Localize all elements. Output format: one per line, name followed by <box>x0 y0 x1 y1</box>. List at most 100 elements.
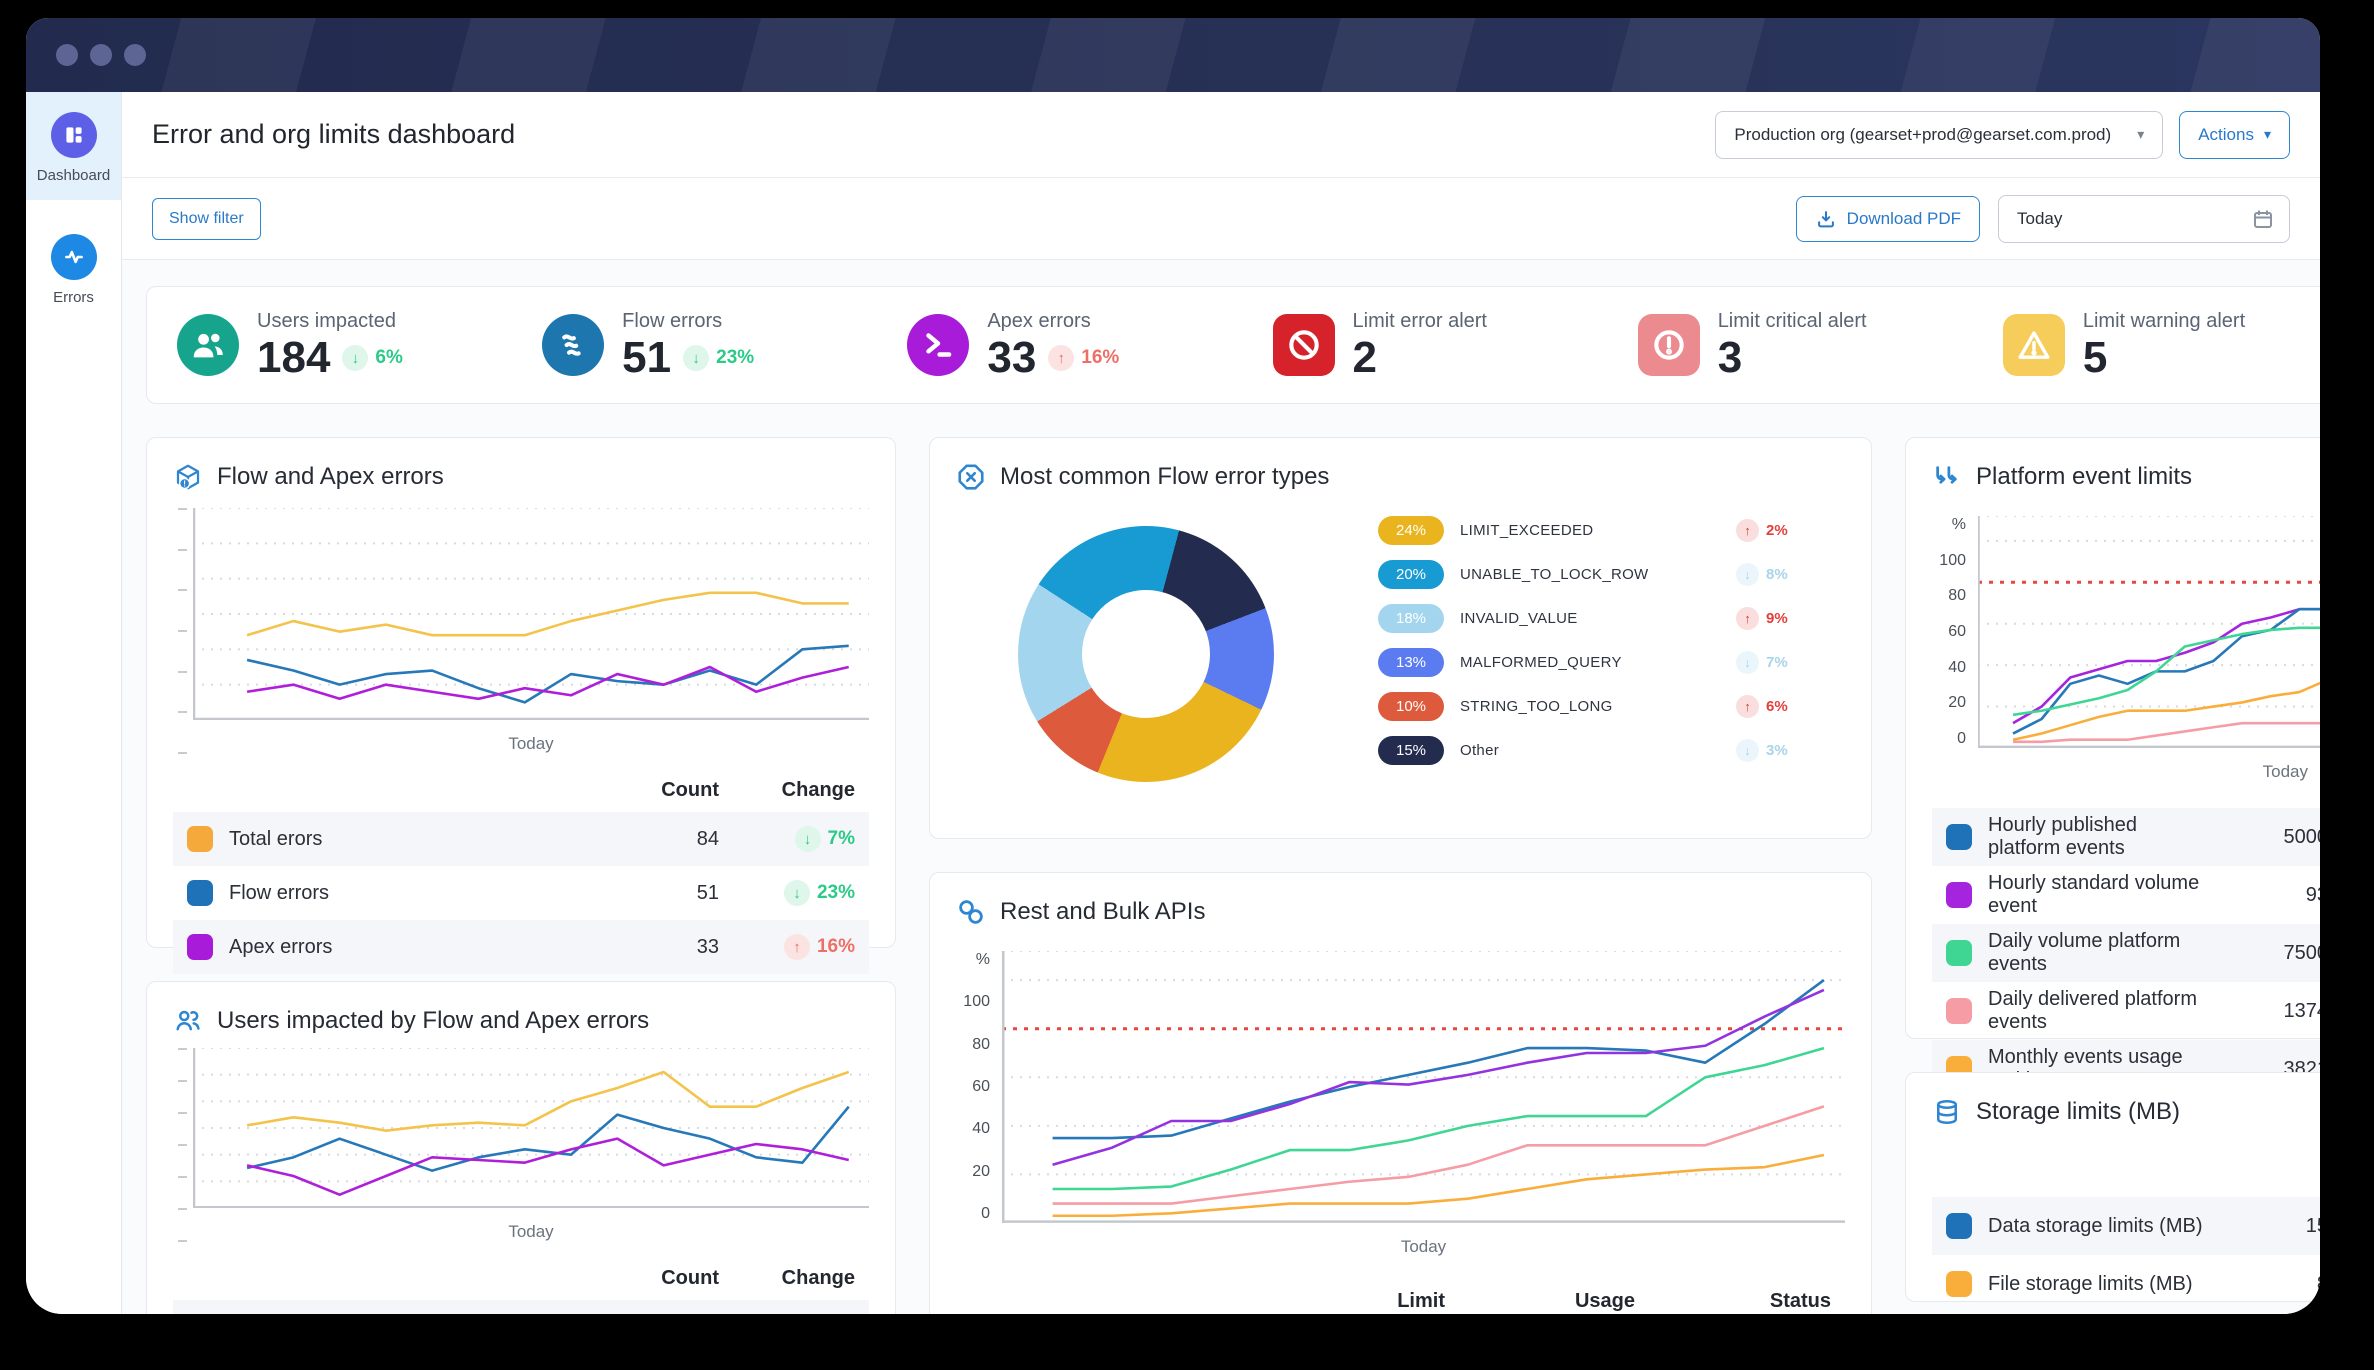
series-color-swatch <box>187 880 213 906</box>
page-header: Error and org limits dashboard Productio… <box>122 92 2320 178</box>
stat-label: Users impacted <box>257 310 403 333</box>
arrow-up-icon: ↑ <box>1736 607 1759 630</box>
page-title: Error and org limits dashboard <box>152 119 515 150</box>
row-label-text: Daily volume platform events <box>1988 930 2208 976</box>
legend-label: INVALID_VALUE <box>1460 610 1720 627</box>
rest-bulk-table: Limit Usage Status Daily API requests100… <box>956 1279 1845 1314</box>
change-value: 2% <box>1766 522 1788 539</box>
count-cell: 51 <box>609 882 719 905</box>
stats-banner: Users impacted184↓6%Flow errors51↓23%Ape… <box>146 286 2320 404</box>
arrow-up-icon: ↑ <box>1736 695 1759 718</box>
alert-circle-icon <box>1638 314 1700 376</box>
y-tick-mark <box>178 1240 187 1242</box>
sidebar-item-errors[interactable]: Errors <box>26 214 121 322</box>
value-cell: 8 <box>2208 1273 2320 1296</box>
card-title: Platform event limits <box>1976 463 2192 491</box>
storage-limits-table: Data storage limits (MB)15File storage l… <box>1932 1197 2320 1313</box>
change-value: 16% <box>1081 347 1119 369</box>
row-label-text: Apex errors <box>229 936 332 959</box>
table-row: Data storage limits (MB)15 <box>1932 1197 2320 1255</box>
series-color-swatch <box>1946 882 1972 908</box>
column-header-count: Count <box>609 1267 719 1290</box>
rest-bulk-apis-card: Rest and Bulk APIs %100806040200 Today <box>929 872 1872 1314</box>
column-header-count: Count <box>609 779 719 802</box>
rest-bulk-apis-chart <box>1002 951 1845 1223</box>
row-label: Flow errors <box>173 880 609 906</box>
y-axis-ticks <box>173 1048 193 1242</box>
platform-event-limits-table: Hourly published platform events5000Hour… <box>1932 808 2320 1098</box>
series-color-swatch <box>1946 998 1972 1024</box>
legend-percent-pill: 13% <box>1378 648 1444 677</box>
users-icon <box>173 1006 203 1036</box>
window-dot-icon[interactable] <box>124 44 146 66</box>
value-cell: 15 <box>2208 1215 2320 1238</box>
stat-value-row: 184 ↓6% <box>257 336 403 380</box>
x-axis-label: Today <box>1978 762 2320 782</box>
storage-limits-card: Storage limits (MB) Data storage limits … <box>1905 1072 2320 1302</box>
legend-label: STRING_TOO_LONG <box>1460 698 1720 715</box>
legend-percent-pill: 20% <box>1378 560 1444 589</box>
chevron-down-icon: ▾ <box>2264 126 2271 143</box>
y-tick-mark <box>178 711 187 713</box>
y-tick-label: 40 <box>1948 659 1966 677</box>
series-color-swatch <box>1946 940 1972 966</box>
stat-label: Limit warning alert <box>2083 310 2245 333</box>
card-title: Storage limits (MB) <box>1976 1098 2180 1126</box>
pulse-icon <box>51 234 97 280</box>
column-header-change: Change <box>719 779 869 802</box>
alert-triangle-icon <box>2003 314 2065 376</box>
download-pdf-button[interactable]: Download PDF <box>1796 196 1980 242</box>
stat-value: 184 <box>257 336 330 380</box>
row-label: Hourly standard volume event <box>1932 872 2208 918</box>
toolbar: Show filter Download PDF Today <box>122 178 2320 260</box>
flow-error-types-donut <box>1018 526 1274 782</box>
row-label: Apex errors <box>173 934 609 960</box>
row-label-text: Daily delivered platform events <box>1988 988 2208 1034</box>
change-indicator: ↓23% <box>784 880 855 906</box>
platform-event-limits-card: Platform event limits %100806040200 Toda… <box>1905 437 2320 1039</box>
change-indicator: ↓8% <box>1736 563 1845 586</box>
date-range-picker[interactable]: Today <box>1998 195 2290 243</box>
change-value: 23% <box>716 347 754 369</box>
flow-apex-errors-chart <box>193 508 869 720</box>
arrow-down-icon: ↓ <box>683 345 709 371</box>
app-window: Dashboard Errors Error and org limits das… <box>26 18 2320 1314</box>
org-selector[interactable]: Production org (gearset+prod@gearset.com… <box>1715 111 2163 159</box>
count-cell: 33 <box>609 936 719 959</box>
series-color-swatch <box>1946 1271 1972 1297</box>
row-label-text: Flow errors <box>229 882 329 905</box>
change-indicator: ↓6% <box>342 345 402 371</box>
sidebar-item-label: Dashboard <box>37 167 110 184</box>
table-row: Hourly standard volume event93 <box>1932 866 2320 924</box>
download-pdf-label: Download PDF <box>1847 209 1961 229</box>
series-color-swatch <box>187 934 213 960</box>
stat-text: Apex errors33↑16% <box>987 310 1119 380</box>
change-value: 6% <box>375 347 402 369</box>
sidebar-item-label: Errors <box>53 289 94 306</box>
stat-value-row: 5 <box>2083 336 2245 380</box>
stat-value: 5 <box>2083 336 2107 380</box>
date-range-value: Today <box>2017 209 2062 229</box>
actions-button[interactable]: Actions ▾ <box>2179 111 2290 159</box>
window-dot-icon[interactable] <box>90 44 112 66</box>
dashboard-icon <box>51 112 97 158</box>
change-value: 23% <box>817 882 855 904</box>
svg-text:!: ! <box>183 479 186 488</box>
change-value: 9% <box>1766 610 1788 627</box>
table-row: Flow errors 51 ↓23% <box>173 866 869 920</box>
y-tick-mark <box>178 630 187 632</box>
actions-button-label: Actions <box>2198 125 2254 145</box>
dashboard-content: Users impacted184↓6%Flow errors51↓23%Ape… <box>122 260 2320 1314</box>
flow-apex-errors-card: ! Flow and Apex errors Today <box>146 437 896 948</box>
y-tick-mark <box>178 508 187 510</box>
y-axis-ticks: %100806040200 <box>1932 516 1978 748</box>
x-axis-label: Today <box>1002 1237 1845 1257</box>
table-row: File storage limits (MB)8 <box>1932 1255 2320 1313</box>
legend-percent-pill: 24% <box>1378 516 1444 545</box>
card-title: Most common Flow error types <box>1000 463 1329 491</box>
value-cell: 7500 <box>2208 942 2320 965</box>
row-label-text: Data storage limits (MB) <box>1988 1215 2203 1238</box>
show-filter-button[interactable]: Show filter <box>152 198 261 240</box>
sidebar-item-dashboard[interactable]: Dashboard <box>26 92 121 200</box>
window-dot-icon[interactable] <box>56 44 78 66</box>
